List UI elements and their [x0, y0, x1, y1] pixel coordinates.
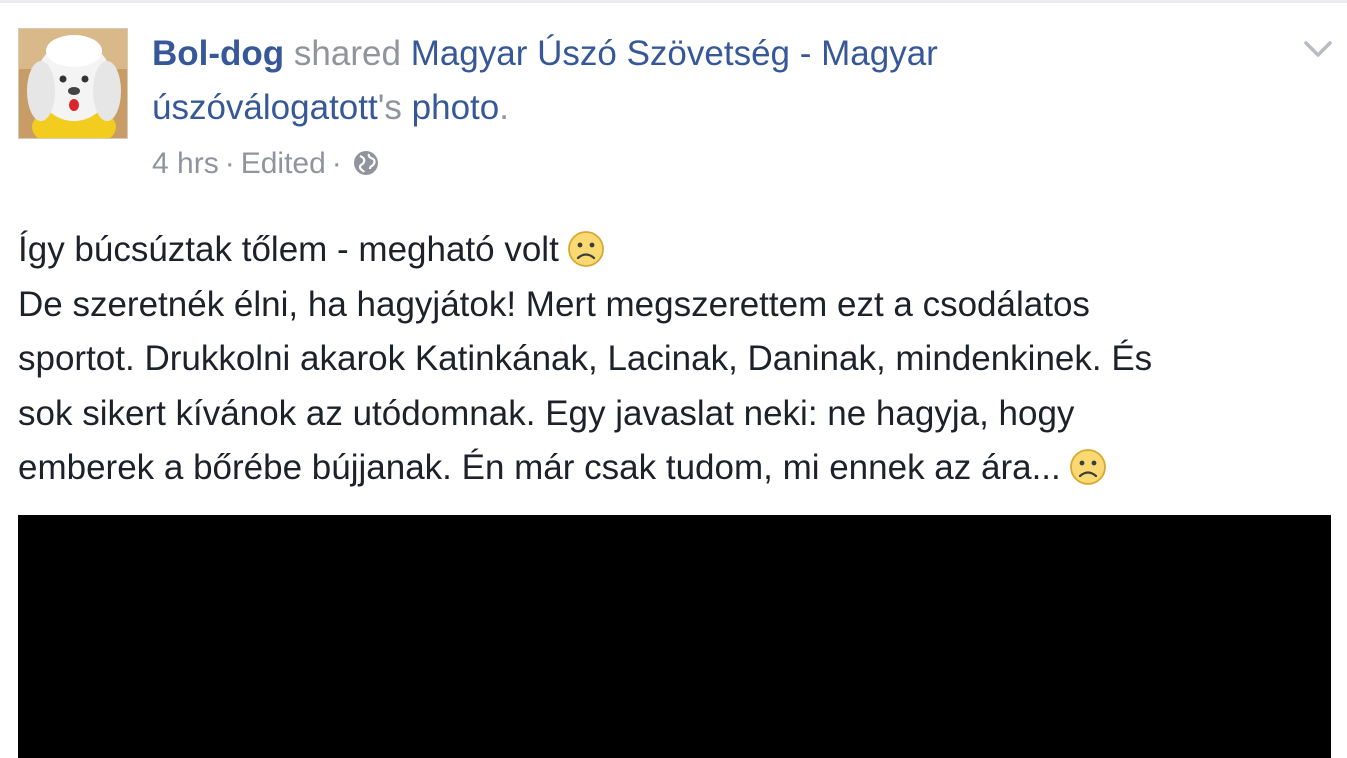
edited-link[interactable]: Edited [241, 147, 326, 180]
author-name-link[interactable]: Bol-dog [152, 34, 284, 73]
meta-separator: · [224, 147, 235, 180]
timestamp-link[interactable]: 4 hrs [152, 147, 219, 180]
source-page-link-continued[interactable]: úszóválogatott [152, 88, 378, 127]
post-text-line: sportot. Drukkolni akarok Katinkának, La… [18, 339, 1153, 378]
chevron-down-icon[interactable] [1300, 36, 1336, 62]
sad-face-emoji [1069, 448, 1107, 486]
avatar-image [19, 29, 127, 138]
shared-photo[interactable] [18, 515, 1331, 758]
post-header-line-2: úszóválogatott's photo. [152, 88, 1252, 128]
post-meta: 4 hrs · Edited · [152, 146, 380, 186]
sad-face-emoji [567, 230, 605, 268]
possessive-text: 's [377, 88, 402, 127]
period-text: . [499, 88, 509, 127]
post-text-segment: Így búcsúztak tőlem - megható volt [18, 230, 559, 269]
avatar[interactable] [18, 28, 128, 139]
post-message: Így búcsúztak tőlem - megható volt De sz… [18, 223, 1338, 496]
post-text-line: De szeretnék élni, ha hagyjátok! Mert me… [18, 284, 1090, 324]
feed-top-border [0, 0, 1347, 3]
post-header-line-1: Bol-dog shared Magyar Úszó Szövetség - M… [152, 34, 1252, 74]
post-text-line: sok sikert kívánok az utódomnak. Egy jav… [18, 393, 1075, 433]
post-text-line: Így búcsúztak tőlem - megható volt [18, 223, 1338, 278]
post-text-segment: emberek a bőrébe bújjanak. Én már csak t… [18, 448, 1061, 487]
globe-icon[interactable] [352, 149, 380, 186]
meta-separator: · [331, 147, 342, 180]
shared-photo-link[interactable]: photo [412, 88, 500, 127]
post-text-line: emberek a bőrébe bújjanak. Én már csak t… [18, 441, 1338, 496]
source-page-link[interactable]: Magyar Úszó Szövetség - Magyar [411, 34, 938, 73]
share-action-text: shared [293, 34, 401, 73]
